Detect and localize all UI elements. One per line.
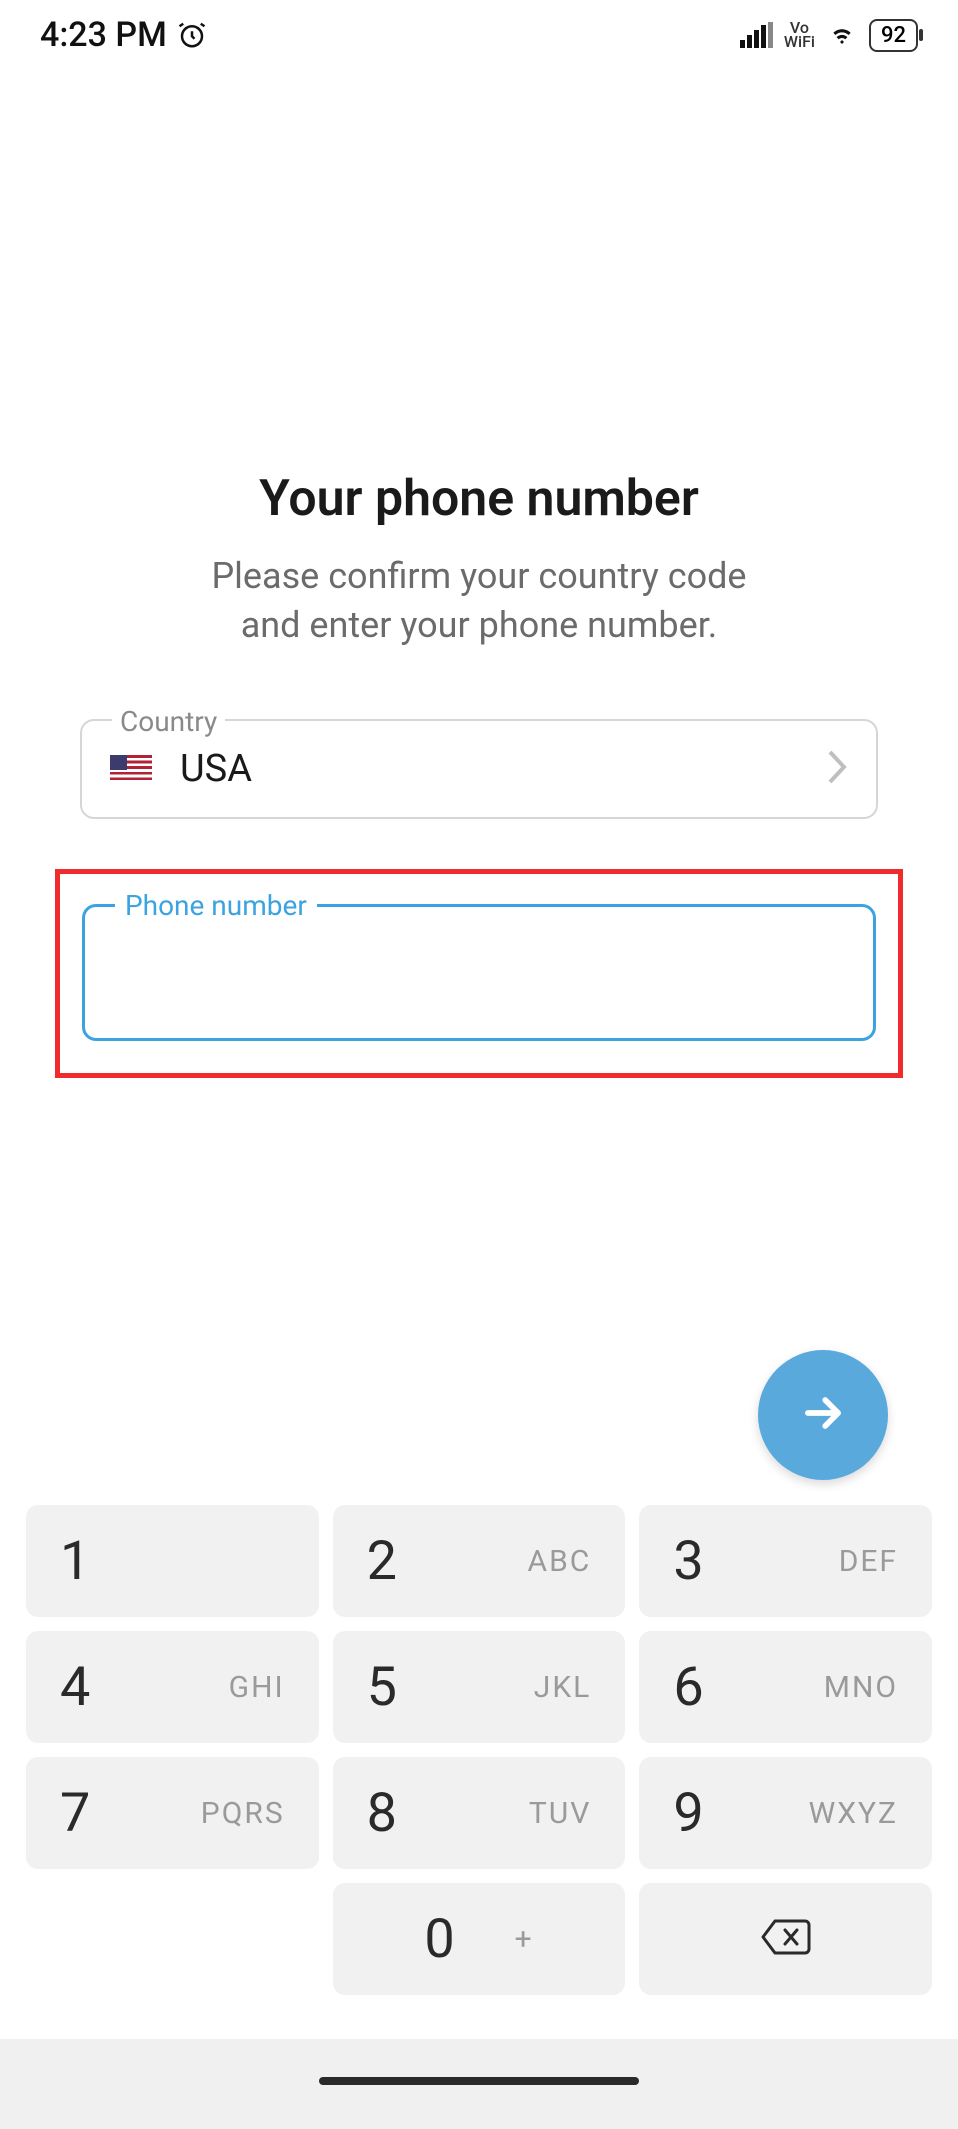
- country-value: USA: [180, 747, 824, 791]
- next-button[interactable]: [758, 1350, 888, 1480]
- home-indicator[interactable]: [319, 2077, 639, 2085]
- key-digit: 9: [673, 1782, 703, 1845]
- key-digit: 0: [424, 1908, 454, 1971]
- key-4[interactable]: 4 GHI: [26, 1631, 319, 1743]
- subtitle-line-1: Please confirm your country code: [211, 555, 746, 597]
- phone-number-label: Phone number: [115, 889, 317, 922]
- key-digit: 4: [60, 1656, 90, 1719]
- key-backspace[interactable]: [639, 1883, 932, 1995]
- key-9[interactable]: 9 WXYZ: [639, 1757, 932, 1869]
- key-digit: 5: [367, 1656, 397, 1719]
- battery-indicator: 92: [869, 19, 918, 52]
- key-letters: MNO: [824, 1670, 898, 1705]
- key-3[interactable]: 3 DEF: [639, 1505, 932, 1617]
- key-2[interactable]: 2 ABC: [333, 1505, 626, 1617]
- status-right: Vo WiFi 92: [740, 19, 918, 52]
- page-subtitle: Please confirm your country code and ent…: [0, 552, 958, 649]
- phone-number-highlight: Phone number: [55, 869, 903, 1078]
- key-blank: [26, 1883, 319, 1995]
- subtitle-line-2: and enter your phone number.: [241, 604, 718, 646]
- country-label: Country: [112, 705, 225, 738]
- key-letters: +: [515, 1922, 534, 1957]
- wifi-icon: [825, 22, 859, 48]
- key-6[interactable]: 6 MNO: [639, 1631, 932, 1743]
- key-5[interactable]: 5 JKL: [333, 1631, 626, 1743]
- country-selector[interactable]: Country USA: [80, 719, 878, 819]
- chevron-right-icon: [824, 748, 848, 790]
- backspace-icon: [759, 1917, 813, 1961]
- status-time: 4:23 PM: [40, 15, 167, 55]
- key-letters: PQRS: [201, 1796, 285, 1831]
- key-digit: 2: [367, 1530, 397, 1593]
- arrow-right-icon: [797, 1387, 849, 1443]
- key-letters: TUV: [529, 1796, 591, 1831]
- key-letters: GHI: [229, 1670, 285, 1705]
- country-field-wrap: Country USA: [80, 719, 878, 819]
- phone-number-field[interactable]: Phone number: [82, 904, 876, 1041]
- usa-flag-icon: [110, 755, 152, 783]
- key-digit: 1: [60, 1530, 90, 1593]
- key-digit: 6: [673, 1656, 703, 1719]
- key-digit: 3: [673, 1530, 703, 1593]
- key-1[interactable]: 1: [26, 1505, 319, 1617]
- key-letters: DEF: [839, 1544, 898, 1579]
- phone-number-input[interactable]: [113, 951, 845, 994]
- key-letters: JKL: [534, 1670, 592, 1705]
- numeric-keypad: 1 2 ABC 3 DEF 4 GHI 5 JKL 6 MNO 7 PQRS: [0, 1493, 958, 2129]
- key-8[interactable]: 8 TUV: [333, 1757, 626, 1869]
- status-left: 4:23 PM: [40, 15, 207, 55]
- alarm-icon: [177, 20, 207, 50]
- status-bar: 4:23 PM Vo WiFi: [0, 0, 958, 70]
- key-digit: 8: [367, 1782, 397, 1845]
- key-0[interactable]: 0 +: [333, 1883, 626, 1995]
- key-letters: ABC: [528, 1544, 592, 1579]
- page-title: Your phone number: [0, 470, 958, 528]
- signal-icon: [740, 22, 774, 48]
- key-digit: 7: [60, 1782, 90, 1845]
- key-letters: WXYZ: [809, 1796, 898, 1831]
- key-7[interactable]: 7 PQRS: [26, 1757, 319, 1869]
- vowifi-indicator: Vo WiFi: [784, 21, 815, 49]
